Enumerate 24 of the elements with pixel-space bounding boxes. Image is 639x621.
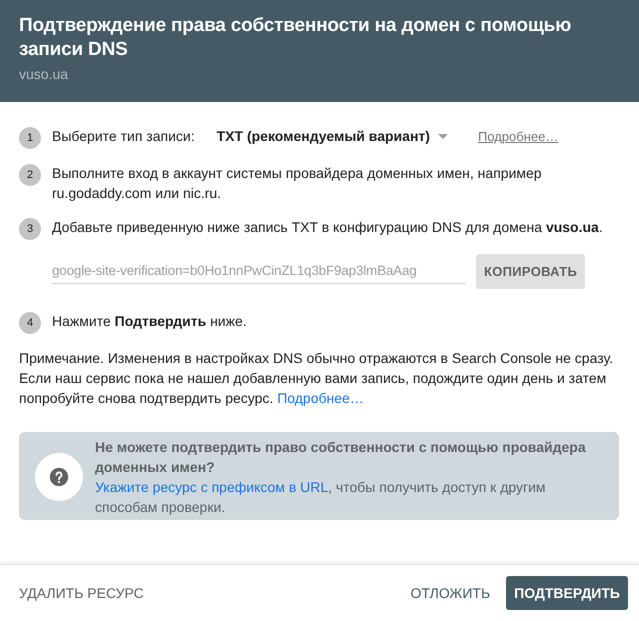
step-text: Выберите тип записи: (52, 127, 195, 146)
record-value-field[interactable]: google-site-verification=b0Ho1nnPwCinZL1q3bF9ap3lmBaAag (52, 259, 466, 284)
url-prefix-link[interactable]: Укажите ресурс с префиксом в URL (95, 479, 328, 495)
help-icon (35, 453, 83, 501)
delete-button[interactable]: УДАЛИТЬ РЕСУРС (19, 577, 144, 609)
step-text: Нажмите Подтвердить ниже. (52, 312, 247, 331)
step-number: 2 (19, 164, 41, 186)
dialog-title: Подтверждение права собственности на домен с помощью записи DNS (19, 14, 572, 62)
domain-subtitle: vuso.ua (19, 66, 70, 82)
postpone-button[interactable]: ОТЛОЖИТЬ (410, 577, 490, 609)
step-number: 3 (19, 218, 41, 240)
step-number: 4 (19, 312, 41, 334)
step-number: 1 (19, 127, 41, 149)
more-link[interactable]: Подробнее… (277, 390, 364, 406)
confirm-button[interactable]: ПОДТВЕРДИТЬ (506, 576, 628, 610)
copy-button[interactable]: КОПИРОВАТЬ (476, 254, 586, 289)
help-title: Не можете подтвердить право собственности с помощью провайдера доменных имен? (95, 438, 587, 477)
help-text: Укажите ресурс с префиксом в URL, чтобы получить доступ к другим способам проверки. (95, 478, 547, 517)
step-text: Добавьте приведенную ниже запись TXT в конфигурацию DNS для домена vuso.ua. (52, 218, 603, 237)
record-type-dropdown[interactable]: TXT (рекомендуемый вариант) (216, 128, 448, 144)
step-text: Выполните вход в аккаунт системы провайдера доменных имен, например ru.godaddy.com или nic.ru. (52, 164, 543, 203)
note-text: Примечание. Изменения в настройках DNS обычно отражаются в Search Console не сразу. Если наш сервис пока не нашел добавленную вами запись, подождите один день и затем попробуйте снова подтвердить ресурс. Подробнее… (19, 349, 614, 408)
more-link[interactable]: Подробнее… (478, 128, 558, 144)
caret-icon (438, 134, 448, 138)
